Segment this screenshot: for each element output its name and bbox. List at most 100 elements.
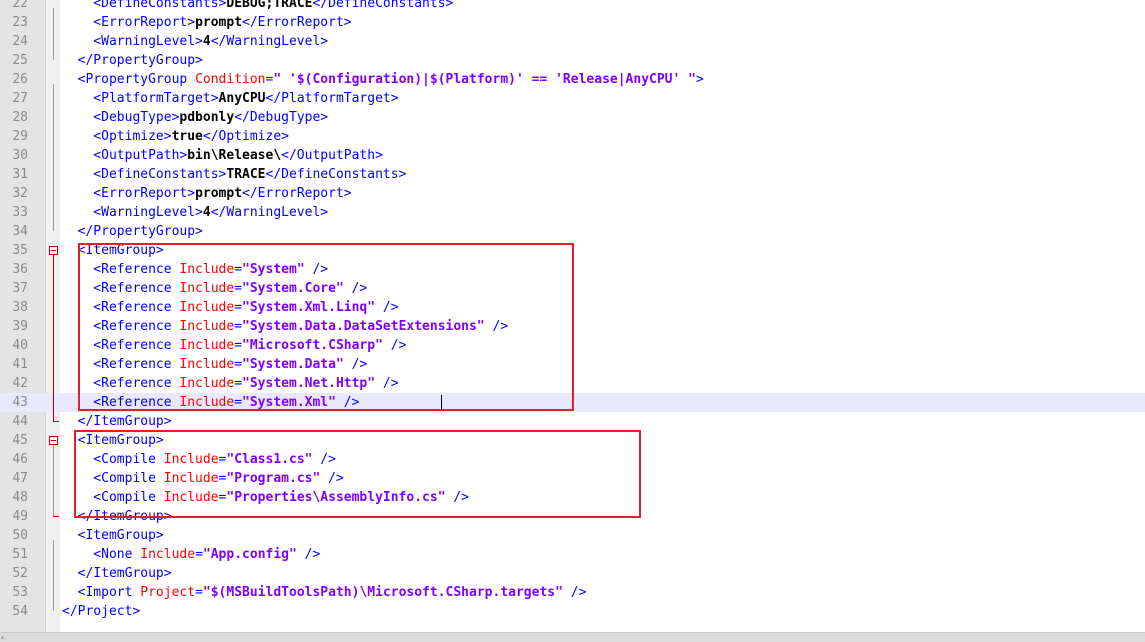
reference-highlight-box <box>78 243 574 411</box>
code-token: </ErrorReport> <box>242 15 352 30</box>
fold-minus-icon[interactable] <box>49 436 58 445</box>
code-line[interactable]: 22 <DefineConstants>DEBUG;TRACE</DefineC… <box>0 0 1145 13</box>
line-content[interactable]: <WarningLevel>4</WarningLevel> <box>62 203 328 222</box>
line-number: 37 <box>12 281 28 296</box>
code-line[interactable]: 25 </PropertyGroup> <box>0 51 1145 70</box>
code-line[interactable]: 51 <None Include="App.config" /> <box>0 545 1145 564</box>
line-number: 39 <box>12 319 28 334</box>
code-token: </PropertyGroup> <box>62 53 203 68</box>
line-number: 46 <box>12 452 28 467</box>
text-caret <box>441 395 442 410</box>
fold-guide-line <box>53 445 54 516</box>
code-token: bin\Release\ <box>187 148 282 163</box>
line-content[interactable]: </Project> <box>62 602 140 621</box>
code-token: DEBUG;TRACE <box>226 0 313 11</box>
line-number: 25 <box>12 53 28 68</box>
line-content[interactable]: <DefineConstants>DEBUG;TRACE</DefineCons… <box>62 0 453 13</box>
code-line[interactable]: 44 </ItemGroup> <box>0 412 1145 431</box>
code-line[interactable]: 28 <DebugType>pdbonly</DebugType> <box>0 108 1145 127</box>
code-editor[interactable]: 22 <DefineConstants>DEBUG;TRACE</DefineC… <box>0 0 1145 632</box>
code-token: <ErrorReport> <box>62 15 196 30</box>
code-line[interactable]: 29 <Optimize>true</Optimize> <box>0 127 1145 146</box>
code-token: > <box>695 72 704 87</box>
line-number: 28 <box>12 110 28 125</box>
line-number: 30 <box>12 148 28 163</box>
line-number: 40 <box>12 338 28 353</box>
code-token: <PlatformTarget> <box>62 91 219 106</box>
code-token: Project <box>140 585 196 600</box>
code-line[interactable]: 30 <OutputPath>bin\Release\</OutputPath> <box>0 146 1145 165</box>
line-content[interactable]: <ItemGroup> <box>62 526 164 545</box>
code-token: prompt <box>195 15 243 30</box>
line-content[interactable]: <WarningLevel>4</WarningLevel> <box>62 32 328 51</box>
code-line[interactable]: 26 <PropertyGroup Condition=" '$(Configu… <box>0 70 1145 89</box>
code-line[interactable]: 52 </ItemGroup> <box>0 564 1145 583</box>
fold-end-mark <box>53 516 59 517</box>
line-number: 32 <box>12 186 28 201</box>
line-content[interactable]: <Import Project="$(MSBuildToolsPath)\Mic… <box>62 583 587 602</box>
line-content[interactable]: <PlatformTarget>AnyCPU</PlatformTarget> <box>62 89 398 108</box>
line-content[interactable]: <None Include="App.config" /> <box>62 545 320 564</box>
line-content[interactable]: <DefineConstants>TRACE</DefineConstants> <box>62 165 406 184</box>
compile-highlight-box <box>74 430 641 518</box>
code-line[interactable]: 27 <PlatformTarget>AnyCPU</PlatformTarge… <box>0 89 1145 108</box>
code-line[interactable]: 34 </PropertyGroup> <box>0 222 1145 241</box>
line-content[interactable]: <ErrorReport>prompt</ErrorReport> <box>62 13 352 32</box>
line-content[interactable]: </PropertyGroup> <box>62 222 203 241</box>
code-line[interactable]: 50 <ItemGroup> <box>0 526 1145 545</box>
line-number: 27 <box>12 91 28 106</box>
line-content[interactable]: </ItemGroup> <box>62 564 172 583</box>
line-content[interactable]: <OutputPath>bin\Release\</OutputPath> <box>62 146 383 165</box>
line-number: 50 <box>12 528 28 543</box>
code-token: TRACE <box>226 167 266 182</box>
line-number: 54 <box>12 604 28 619</box>
line-content[interactable]: <DebugType>pdbonly</DebugType> <box>62 108 328 127</box>
code-token: </OutputPath> <box>281 148 383 163</box>
code-token: <PropertyGroup <box>62 72 196 87</box>
code-token: <DefineConstants> <box>62 167 227 182</box>
line-content[interactable]: </PropertyGroup> <box>62 51 203 70</box>
code-token: 4 <box>202 34 211 49</box>
line-content[interactable]: <PropertyGroup Condition=" '$(Configurat… <box>62 70 704 89</box>
code-token: true <box>171 129 203 144</box>
code-token: /> <box>296 547 321 562</box>
chevron-left-icon[interactable]: ‹ <box>1 633 4 642</box>
code-token: <OutputPath> <box>62 148 188 163</box>
fold-minus-icon[interactable] <box>49 246 58 255</box>
code-line[interactable]: 32 <ErrorReport>prompt</ErrorReport> <box>0 184 1145 203</box>
code-line[interactable]: 31 <DefineConstants>TRACE</DefineConstan… <box>0 165 1145 184</box>
code-token: 4 <box>202 205 211 220</box>
code-token: <Import <box>62 585 141 600</box>
line-content[interactable]: </ItemGroup> <box>62 412 172 431</box>
code-token: "App.config" <box>202 547 297 562</box>
code-token: <ItemGroup> <box>62 528 164 543</box>
code-token: </WarningLevel> <box>210 34 329 49</box>
code-token: pdbonly <box>179 110 235 125</box>
code-token: </ErrorReport> <box>242 186 352 201</box>
line-number: 52 <box>12 566 28 581</box>
code-line[interactable]: 23 <ErrorReport>prompt</ErrorReport> <box>0 13 1145 32</box>
code-token: </DefineConstants> <box>312 0 454 11</box>
code-token: = <box>195 547 203 562</box>
code-token: </ItemGroup> <box>62 414 172 429</box>
code-line[interactable]: 54 </Project> <box>0 602 1145 621</box>
code-line[interactable]: 53 <Import Project="$(MSBuildToolsPath)\… <box>0 583 1145 602</box>
line-number: 33 <box>12 205 28 220</box>
fold-guide-line <box>53 255 54 421</box>
code-token: <DefineConstants> <box>62 0 227 11</box>
line-number: 41 <box>12 357 28 372</box>
code-line[interactable]: 24 <WarningLevel>4</WarningLevel> <box>0 32 1145 51</box>
line-content[interactable]: <Optimize>true</Optimize> <box>62 127 289 146</box>
line-number: 34 <box>12 224 28 239</box>
horizontal-scrollbar[interactable]: ‹ <box>0 632 1145 642</box>
code-token: " '$(Configuration)|$(Platform)' == 'Rel… <box>273 72 696 87</box>
line-number: 42 <box>12 376 28 391</box>
line-content[interactable]: <ErrorReport>prompt</ErrorReport> <box>62 184 352 203</box>
code-token: AnyCPU <box>218 91 266 106</box>
code-token: prompt <box>195 186 243 201</box>
code-token: </DebugType> <box>234 110 329 125</box>
code-token: </DefineConstants> <box>265 167 407 182</box>
line-number: 47 <box>12 471 28 486</box>
code-line[interactable]: 33 <WarningLevel>4</WarningLevel> <box>0 203 1145 222</box>
fold-end-mark <box>53 421 59 422</box>
